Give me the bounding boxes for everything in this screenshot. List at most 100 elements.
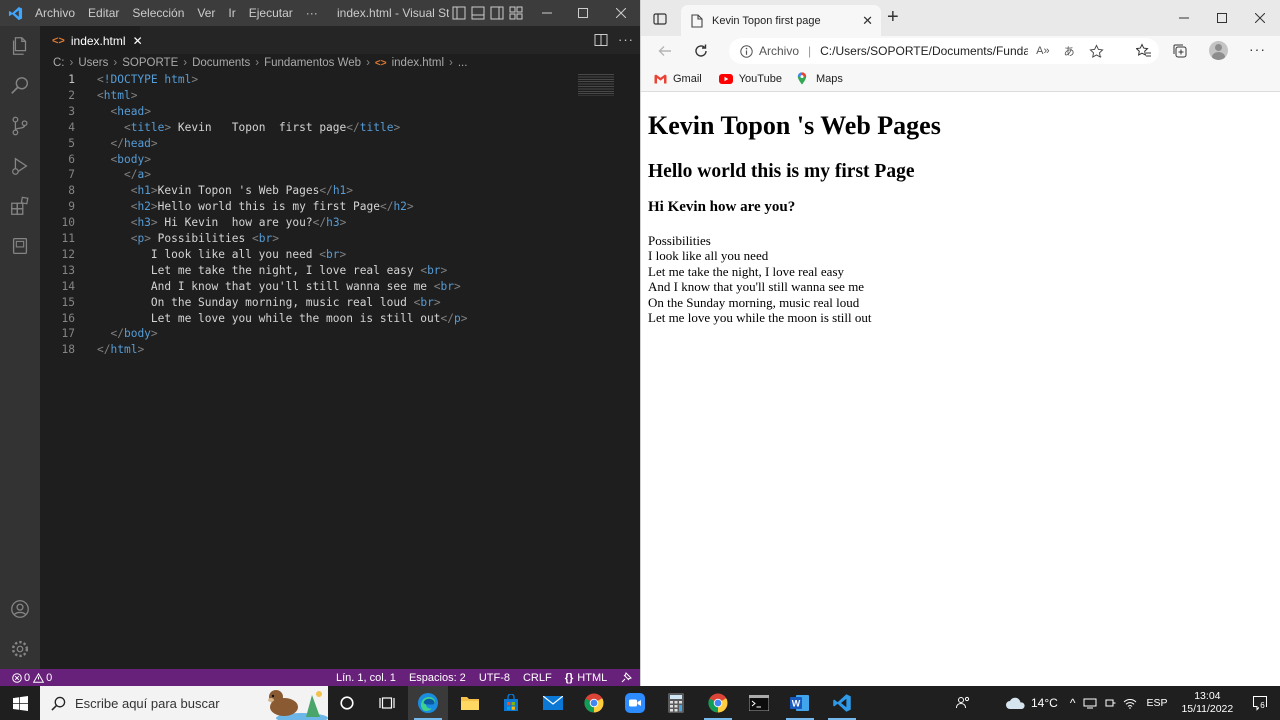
language-mode[interactable]: HTML	[577, 672, 607, 684]
new-tab-button[interactable]: +	[887, 6, 899, 29]
menu-seleccion[interactable]: Selección	[132, 6, 184, 20]
taskbar-vscode[interactable]	[822, 686, 862, 720]
code-line[interactable]: 17 </body>	[40, 326, 600, 342]
minimap[interactable]	[578, 74, 614, 96]
people-icon[interactable]	[955, 695, 971, 711]
tab-close-icon[interactable]: ✕	[133, 34, 143, 48]
edge-close-button[interactable]	[1241, 13, 1279, 23]
settings-menu-icon[interactable]: ···	[1249, 41, 1266, 57]
customize-layout-icon[interactable]	[509, 6, 523, 20]
back-icon[interactable]	[657, 43, 673, 59]
code-line[interactable]: 14 And I know that you'll still wanna se…	[40, 279, 600, 295]
read-aloud-icon[interactable]: A»	[1036, 45, 1049, 57]
line-endings[interactable]: CRLF	[523, 672, 552, 684]
favorite-youtube[interactable]: YouTube	[718, 73, 782, 85]
menu-ir[interactable]: Ir	[228, 6, 235, 20]
taskbar-mail[interactable]	[533, 686, 573, 720]
problems-indicator[interactable]: 0 0	[12, 672, 52, 684]
menu-editar[interactable]: Editar	[88, 6, 119, 20]
code-line[interactable]: 9 <h2>Hello world this is my first Page<…	[40, 199, 600, 215]
cloud-weather-icon[interactable]	[1005, 696, 1027, 710]
feedback-icon[interactable]	[620, 671, 633, 684]
taskbar-word[interactable]: W	[780, 686, 820, 720]
task-view-button[interactable]	[367, 686, 407, 720]
address-url[interactable]: C:/Users/SOPORTE/Documents/Funda...	[820, 44, 1028, 58]
taskbar-search-box[interactable]: Escribe aquí para buscar	[40, 686, 328, 720]
refresh-icon[interactable]	[693, 43, 709, 59]
cursor-position[interactable]: Lín. 1, col. 1	[336, 672, 396, 684]
favorites-icon[interactable]	[1136, 43, 1152, 59]
menu-ejecutar[interactable]: Ejecutar	[249, 6, 293, 20]
breadcrumb-documents[interactable]: Documents	[192, 57, 250, 69]
toggle-secondary-sidebar-icon[interactable]	[490, 6, 504, 20]
code-editor[interactable]: 1 <!DOCTYPE html> 2 <html> 3 <head> 4 <title>…	[40, 72, 640, 669]
weather-temperature[interactable]: 14°C	[1031, 696, 1058, 710]
run-debug-button[interactable]	[0, 146, 40, 186]
tab-index-html[interactable]: <> index.html ✕	[40, 26, 143, 54]
breadcrumb-soporte[interactable]: SOPORTE	[122, 57, 178, 69]
taskbar-terminal[interactable]	[739, 686, 779, 720]
taskbar-file-explorer[interactable]	[450, 686, 490, 720]
maximize-button[interactable]	[564, 8, 602, 18]
code-line[interactable]: 4 <title> Kevin Topon first page</title>	[40, 120, 600, 136]
browser-tab[interactable]: Kevin Topon first page ✕	[681, 5, 881, 36]
encoding[interactable]: UTF-8	[479, 672, 510, 684]
taskbar-chrome[interactable]	[574, 686, 614, 720]
browser-tab-close-icon[interactable]: ✕	[862, 13, 873, 29]
battery-plug-icon[interactable]	[1104, 697, 1116, 709]
cortana-button[interactable]	[327, 686, 367, 720]
code-line[interactable]: 8 <h1>Kevin Topon 's Web Pages</h1>	[40, 183, 600, 199]
code-line[interactable]: 16 Let me love you while the moon is sti…	[40, 311, 600, 327]
code-line[interactable]: 2 <html>	[40, 88, 600, 104]
breadcrumb-fundamentos-web[interactable]: Fundamentos Web	[264, 57, 361, 69]
taskbar-edge[interactable]	[408, 686, 448, 720]
show-hidden-icons-icon[interactable]: ^	[1070, 696, 1076, 710]
code-line[interactable]: 13 Let me take the night, I love real ea…	[40, 263, 600, 279]
clock[interactable]: 13:04 15/11/2022	[1181, 690, 1233, 716]
code-line[interactable]: 6 <body>	[40, 152, 600, 168]
address-bar[interactable]: Archivo | C:/Users/SOPORTE/Documents/Fun…	[729, 38, 1159, 64]
network-device-icon[interactable]	[1083, 697, 1097, 709]
code-line[interactable]: 3 <head>	[40, 104, 600, 120]
breadcrumb-drive[interactable]: C:	[53, 57, 65, 69]
code-line[interactable]: 1 <!DOCTYPE html>	[40, 72, 600, 88]
indentation[interactable]: Espacios: 2	[409, 672, 466, 684]
code-line[interactable]: 15 On the Sunday morning, music real lou…	[40, 295, 600, 311]
breadcrumb-users[interactable]: Users	[78, 57, 108, 69]
accounts-button[interactable]	[0, 589, 40, 629]
notification-center-button[interactable]: 6	[1252, 695, 1268, 711]
extensions-button[interactable]	[0, 186, 40, 226]
favorite-maps[interactable]: Maps	[797, 72, 843, 85]
explorer-button[interactable]	[0, 26, 40, 66]
menu-ver[interactable]: Ver	[197, 6, 215, 20]
code-line[interactable]: 5 </head>	[40, 136, 600, 152]
remote-explorer-button[interactable]	[0, 226, 40, 266]
search-button[interactable]	[0, 66, 40, 106]
minimize-button[interactable]	[530, 8, 564, 18]
close-window-button[interactable]	[602, 8, 640, 18]
code-line[interactable]: 7 </a>	[40, 167, 600, 183]
menu-archivo[interactable]: Archivo	[35, 6, 75, 20]
toggle-panel-icon[interactable]	[471, 6, 485, 20]
breadcrumb-symbol[interactable]: ...	[458, 57, 468, 69]
add-favorite-icon[interactable]: +	[1088, 43, 1104, 59]
menu-more[interactable]: ···	[306, 6, 318, 20]
more-actions-icon[interactable]: ···	[618, 32, 634, 47]
start-button[interactable]	[0, 686, 40, 720]
code-line[interactable]: 11 <p> Possibilities <br>	[40, 231, 600, 247]
translate-icon[interactable]: あ	[1064, 43, 1075, 59]
edge-minimize-button[interactable]	[1165, 13, 1203, 23]
info-icon[interactable]	[740, 44, 753, 58]
code-line[interactable]: 18 </html>	[40, 342, 600, 358]
toggle-sidebar-icon[interactable]	[452, 6, 466, 20]
edge-maximize-button[interactable]	[1203, 13, 1241, 23]
breadcrumb-file[interactable]: index.html	[392, 57, 444, 69]
taskbar-store[interactable]	[491, 686, 531, 720]
source-control-button[interactable]	[0, 106, 40, 146]
collections-icon[interactable]	[1172, 43, 1188, 59]
wifi-icon[interactable]	[1123, 697, 1137, 709]
input-language[interactable]: ESP	[1146, 697, 1167, 709]
code-line[interactable]: 10 <h3> Hi Kevin how are you?</h3>	[40, 215, 600, 231]
split-editor-icon[interactable]	[594, 33, 608, 47]
taskbar-zoom[interactable]	[615, 686, 655, 720]
